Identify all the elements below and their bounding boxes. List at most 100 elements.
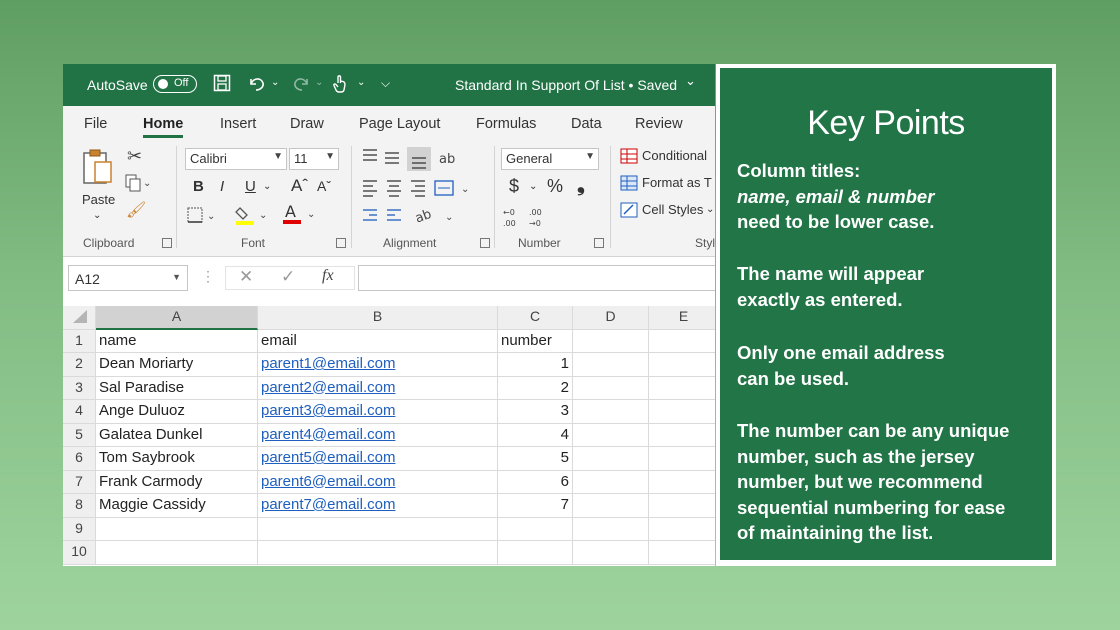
underline-dropdown-icon[interactable]: ⌄ — [263, 181, 271, 192]
cell-a4[interactable]: Ange Duluoz — [96, 400, 258, 424]
cell-a3[interactable]: Sal Paradise — [96, 376, 258, 400]
insert-function-icon[interactable]: fx — [322, 267, 334, 285]
cell-styles-dropdown-icon[interactable]: ⌄ — [706, 204, 714, 215]
format-as-table-icon[interactable] — [620, 175, 638, 194]
row-header[interactable]: 1 — [63, 329, 96, 353]
cell-c1[interactable]: number — [498, 329, 573, 353]
tab-home[interactable]: Home — [143, 116, 184, 138]
cell-c10[interactable] — [498, 541, 573, 565]
row-header[interactable]: 5 — [63, 423, 96, 447]
name-box[interactable]: A12 ▼ — [68, 265, 188, 291]
clipboard-launcher-icon[interactable] — [162, 238, 172, 248]
cell-b3[interactable]: parent2@email.com — [258, 376, 498, 400]
paste-button[interactable]: Paste — [82, 192, 115, 207]
autosave-toggle[interactable]: Off — [153, 75, 197, 93]
cell-d1[interactable] — [573, 329, 649, 353]
cell-e9[interactable] — [649, 518, 715, 541]
cell-e10[interactable] — [649, 541, 715, 565]
cell-e4[interactable] — [649, 400, 715, 424]
cell-e5[interactable] — [649, 424, 715, 447]
decrease-font-icon[interactable]: Aˇ — [317, 178, 331, 194]
email-link[interactable]: parent3@email.com — [261, 402, 395, 419]
alignment-launcher-icon[interactable] — [480, 238, 490, 248]
row-header[interactable]: 6 — [63, 447, 96, 471]
tab-review[interactable]: Review — [635, 116, 683, 132]
row-header[interactable]: 7 — [63, 470, 96, 494]
title-chevron-down-icon[interactable]: ⌄ — [685, 73, 696, 89]
undo-dropdown-icon[interactable]: ⌄ — [271, 77, 279, 88]
column-header-d[interactable]: D — [573, 306, 649, 330]
comma-button[interactable]: ❟ — [577, 174, 585, 197]
tab-insert[interactable]: Insert — [220, 116, 256, 132]
cell-c9[interactable] — [498, 517, 573, 541]
cell-d4[interactable] — [573, 400, 649, 424]
cell-c6[interactable]: 5 — [498, 447, 573, 471]
document-title[interactable]: Standard In Support Of List • Saved — [455, 77, 677, 93]
row-header[interactable]: 9 — [63, 517, 96, 541]
tab-draw[interactable]: Draw — [290, 116, 324, 132]
copy-icon[interactable]: ⌄ — [125, 174, 151, 195]
italic-button[interactable]: I — [220, 178, 224, 195]
email-link[interactable]: parent4@email.com — [261, 426, 395, 443]
indent-icon[interactable]: ab ⌄ — [361, 206, 461, 229]
tab-formulas[interactable]: Formulas — [476, 116, 536, 132]
cell-c7[interactable]: 6 — [498, 470, 573, 494]
borders-icon[interactable]: ⌄ — [187, 206, 219, 227]
conditional-format-icon[interactable] — [620, 148, 638, 167]
select-all-corner[interactable] — [63, 306, 96, 330]
number-format-select[interactable]: General ▼ — [501, 148, 599, 170]
touch-dropdown-icon[interactable]: ⌄ — [357, 77, 365, 88]
percent-button[interactable]: % — [547, 176, 563, 197]
cell-b8[interactable]: parent7@email.com — [258, 494, 498, 518]
undo-icon[interactable] — [247, 74, 267, 97]
decimal-icon[interactable]: ←0 .00 .00 →0 — [503, 206, 553, 231]
redo-icon[interactable] — [291, 74, 311, 97]
cell-b10[interactable] — [258, 541, 498, 565]
row-header[interactable]: 2 — [63, 353, 96, 377]
email-link[interactable]: parent1@email.com — [261, 355, 395, 372]
currency-dropdown-icon[interactable]: ⌄ — [529, 181, 537, 192]
redo-dropdown-icon[interactable]: ⌄ — [315, 77, 323, 88]
align-left-icon[interactable]: ⌄ — [361, 178, 481, 201]
cell-d7[interactable] — [573, 470, 649, 494]
cancel-entry-icon[interactable]: ✕ — [239, 267, 253, 287]
row-header[interactable]: 10 — [63, 541, 96, 565]
cell-d5[interactable] — [573, 423, 649, 447]
font-launcher-icon[interactable] — [336, 238, 346, 248]
cell-d2[interactable] — [573, 353, 649, 377]
email-link[interactable]: parent6@email.com — [261, 473, 395, 490]
column-header-c[interactable]: C — [498, 306, 573, 330]
font-color-icon[interactable]: A ⌄ — [283, 202, 321, 229]
font-size-select[interactable]: 11 ▼ — [289, 148, 339, 170]
cell-a2[interactable]: Dean Moriarty — [96, 353, 258, 377]
customize-qat-icon[interactable]: ⌵ — [381, 76, 390, 91]
touch-mode-icon[interactable] — [331, 74, 349, 99]
email-link[interactable]: parent7@email.com — [261, 496, 395, 513]
row-header[interactable]: 3 — [63, 376, 96, 400]
cell-a1[interactable]: name — [96, 329, 258, 353]
column-header-a[interactable]: A — [96, 306, 258, 330]
cell-a9[interactable] — [96, 517, 258, 541]
cell-e1[interactable] — [649, 330, 715, 353]
cell-b1[interactable]: email — [258, 329, 498, 353]
format-as-table-button[interactable]: Format as T — [642, 175, 712, 190]
cell-e8[interactable] — [649, 494, 715, 518]
font-name-select[interactable]: Calibri ▼ — [185, 148, 287, 170]
cell-d3[interactable] — [573, 376, 649, 400]
cell-b4[interactable]: parent3@email.com — [258, 400, 498, 424]
cell-e3[interactable] — [649, 377, 715, 400]
cell-styles-button[interactable]: Cell Styles — [642, 202, 703, 217]
tab-file[interactable]: File — [84, 116, 107, 132]
cell-c2[interactable]: 1 — [498, 353, 573, 377]
cell-a10[interactable] — [96, 541, 258, 565]
cell-e6[interactable] — [649, 447, 715, 471]
email-link[interactable]: parent5@email.com — [261, 449, 395, 466]
cut-icon[interactable]: ✂ — [127, 146, 142, 167]
cell-a5[interactable]: Galatea Dunkel — [96, 423, 258, 447]
cell-d6[interactable] — [573, 447, 649, 471]
tab-data[interactable]: Data — [571, 116, 602, 132]
fill-color-icon[interactable]: ⌄ — [235, 204, 275, 229]
cell-c4[interactable]: 3 — [498, 400, 573, 424]
cell-e2[interactable] — [649, 353, 715, 377]
tab-page-layout[interactable]: Page Layout — [359, 116, 440, 132]
